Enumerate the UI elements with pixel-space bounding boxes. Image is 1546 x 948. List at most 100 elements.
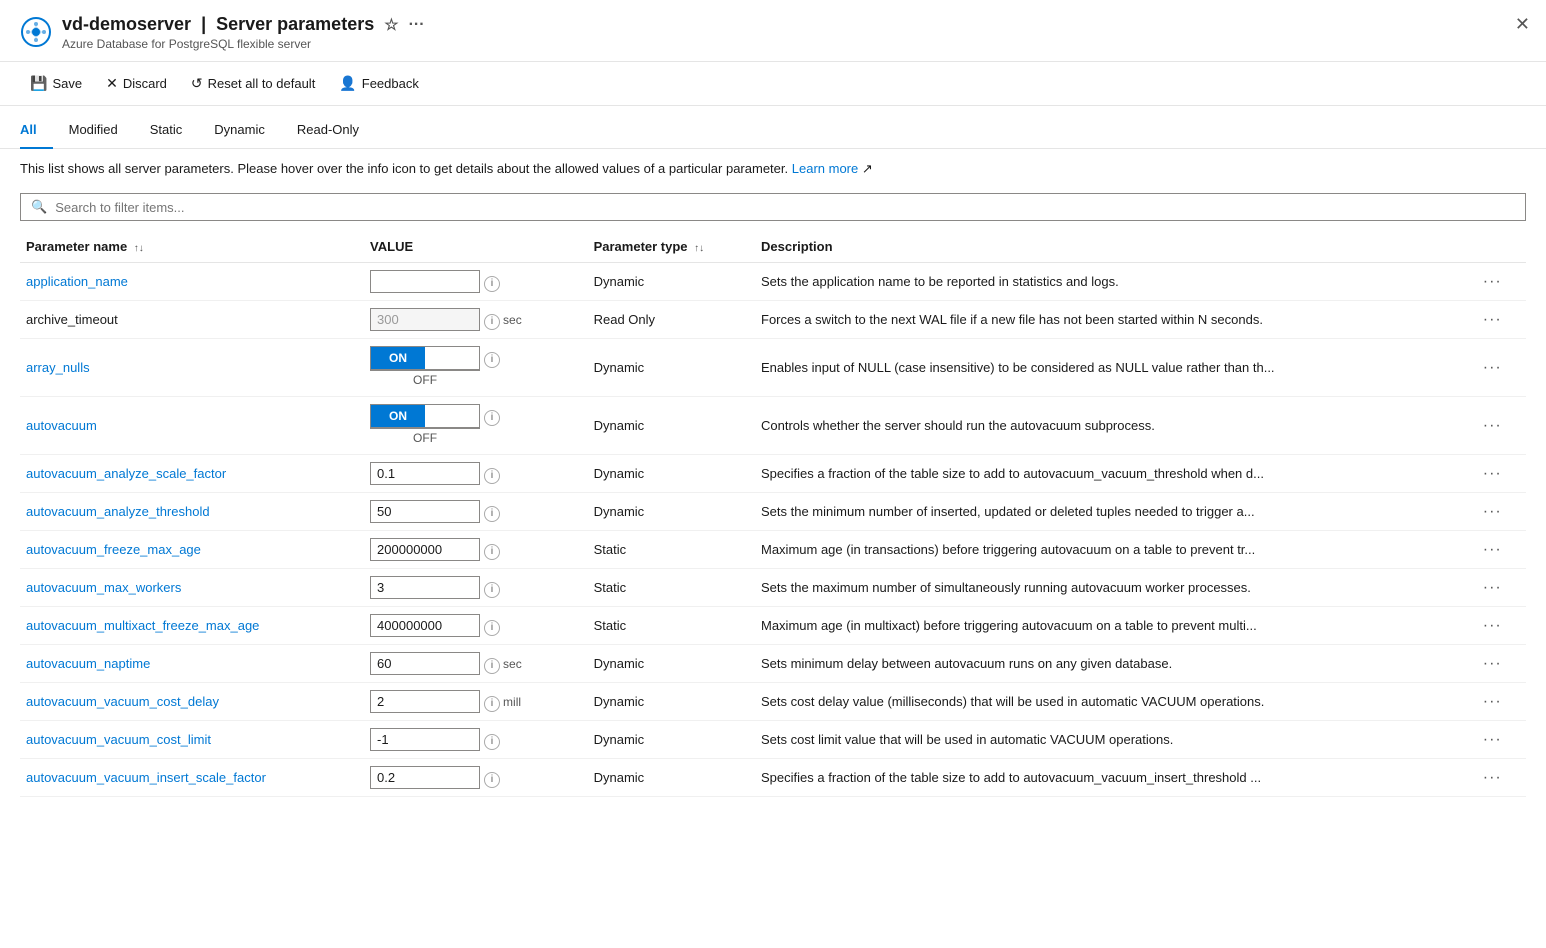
toggle-wrap[interactable]: ONOFF bbox=[370, 404, 480, 447]
more-button[interactable]: ··· bbox=[1479, 617, 1506, 635]
info-icon[interactable]: i bbox=[484, 276, 500, 292]
search-input-wrap[interactable]: 🔍 bbox=[20, 193, 1526, 221]
tab-modified[interactable]: Modified bbox=[53, 114, 134, 149]
value-input[interactable] bbox=[370, 652, 480, 675]
value-input[interactable] bbox=[370, 270, 480, 293]
info-icon[interactable]: i bbox=[484, 468, 500, 484]
tab-static[interactable]: Static bbox=[134, 114, 199, 149]
param-name-link[interactable]: autovacuum_naptime bbox=[26, 656, 150, 671]
param-name-cell: autovacuum_naptime bbox=[20, 645, 364, 683]
param-type-cell: Dynamic bbox=[588, 339, 755, 397]
tab-all[interactable]: All bbox=[20, 114, 53, 149]
more-actions-cell: ··· bbox=[1473, 645, 1526, 683]
info-icon[interactable]: i bbox=[484, 544, 500, 560]
description-cell: Sets the maximum number of simultaneousl… bbox=[755, 569, 1473, 607]
learn-more-link[interactable]: Learn more bbox=[792, 161, 858, 176]
value-input[interactable] bbox=[370, 728, 480, 751]
title-separator: | bbox=[201, 14, 206, 35]
tab-readonly[interactable]: Read-Only bbox=[281, 114, 375, 149]
discard-button[interactable]: ✕ Discard bbox=[96, 70, 177, 97]
param-name-link[interactable]: autovacuum_analyze_threshold bbox=[26, 504, 210, 519]
search-input[interactable] bbox=[55, 200, 1515, 215]
info-icon[interactable]: i bbox=[484, 696, 500, 712]
more-button[interactable]: ··· bbox=[1479, 311, 1506, 329]
param-name-link[interactable]: autovacuum_max_workers bbox=[26, 580, 181, 595]
more-button[interactable]: ··· bbox=[1479, 541, 1506, 559]
value-cell: i bbox=[364, 607, 588, 645]
toggle-button[interactable]: ON bbox=[370, 346, 480, 370]
info-icon[interactable]: i bbox=[484, 620, 500, 636]
col-param-name: Parameter name ↑↓ bbox=[20, 231, 364, 263]
param-name-link[interactable]: autovacuum_multixact_freeze_max_age bbox=[26, 618, 259, 633]
reset-button[interactable]: ↺ Reset all to default bbox=[181, 70, 325, 97]
more-button[interactable]: ··· bbox=[1479, 465, 1506, 483]
col-actions bbox=[1473, 231, 1526, 263]
param-type-cell: Dynamic bbox=[588, 397, 755, 455]
value-input[interactable] bbox=[370, 500, 480, 523]
param-name-link[interactable]: autovacuum_vacuum_insert_scale_factor bbox=[26, 770, 266, 785]
value-input[interactable] bbox=[370, 462, 480, 485]
more-button[interactable]: ··· bbox=[1479, 273, 1506, 291]
more-button[interactable]: ··· bbox=[1479, 359, 1506, 377]
info-icon[interactable]: i bbox=[484, 410, 500, 426]
more-actions-cell: ··· bbox=[1473, 301, 1526, 339]
param-name-link[interactable]: autovacuum_vacuum_cost_limit bbox=[26, 732, 211, 747]
value-input[interactable] bbox=[370, 614, 480, 637]
info-icon[interactable]: i bbox=[484, 658, 500, 674]
description-cell: Sets the application name to be reported… bbox=[755, 263, 1473, 301]
value-input[interactable] bbox=[370, 690, 480, 713]
param-name-link[interactable]: autovacuum_analyze_scale_factor bbox=[26, 466, 226, 481]
table-row: archive_timeoutisecRead OnlyForces a swi… bbox=[20, 301, 1526, 339]
toggle-off-active: OFF bbox=[370, 428, 480, 447]
info-icon[interactable]: i bbox=[484, 772, 500, 788]
toggle-wrap[interactable]: ONOFF bbox=[370, 346, 480, 389]
description-cell: Sets the minimum number of inserted, upd… bbox=[755, 493, 1473, 531]
sort-icon-name[interactable]: ↑↓ bbox=[134, 243, 144, 254]
tab-dynamic[interactable]: Dynamic bbox=[198, 114, 281, 149]
table-row: autovacuum_vacuum_insert_scale_factoriDy… bbox=[20, 759, 1526, 797]
param-name-link[interactable]: autovacuum_freeze_max_age bbox=[26, 542, 201, 557]
search-bar: 🔍 bbox=[0, 185, 1546, 221]
param-name-link[interactable]: autovacuum bbox=[26, 418, 97, 433]
param-name-cell: archive_timeout bbox=[20, 301, 364, 339]
unit-label: mill bbox=[503, 695, 521, 709]
value-cell: isec bbox=[364, 301, 588, 339]
more-actions-cell: ··· bbox=[1473, 455, 1526, 493]
value-cell: i bbox=[364, 455, 588, 493]
unit-label: sec bbox=[503, 657, 522, 671]
more-button[interactable]: ··· bbox=[1479, 693, 1506, 711]
info-icon[interactable]: i bbox=[484, 582, 500, 598]
more-button[interactable]: ··· bbox=[1479, 655, 1506, 673]
value-input[interactable] bbox=[370, 576, 480, 599]
sort-icon-type[interactable]: ↑↓ bbox=[694, 243, 704, 254]
save-button[interactable]: 💾 Save bbox=[20, 70, 92, 97]
star-icon[interactable]: ☆ bbox=[384, 15, 398, 35]
more-button[interactable]: ··· bbox=[1479, 731, 1506, 749]
toggle-button[interactable]: ON bbox=[370, 404, 480, 428]
close-button[interactable]: ✕ bbox=[1515, 14, 1530, 35]
info-icon[interactable]: i bbox=[484, 734, 500, 750]
table-body: application_nameiDynamicSets the applica… bbox=[20, 263, 1526, 797]
param-name-link[interactable]: application_name bbox=[26, 274, 128, 289]
param-name-link[interactable]: array_nulls bbox=[26, 360, 90, 375]
info-icon[interactable]: i bbox=[484, 506, 500, 522]
more-button[interactable]: ··· bbox=[1479, 769, 1506, 787]
unit-label: sec bbox=[503, 313, 522, 327]
more-button[interactable]: ··· bbox=[1479, 417, 1506, 435]
more-actions-cell: ··· bbox=[1473, 721, 1526, 759]
col-value: VALUE bbox=[364, 231, 588, 263]
ellipsis-icon[interactable]: ··· bbox=[409, 16, 425, 34]
table-row: autovacuum_naptimeisecDynamicSets minimu… bbox=[20, 645, 1526, 683]
more-button[interactable]: ··· bbox=[1479, 503, 1506, 521]
param-name-cell: application_name bbox=[20, 263, 364, 301]
param-name-link[interactable]: autovacuum_vacuum_cost_delay bbox=[26, 694, 219, 709]
page-title-text: Server parameters bbox=[216, 14, 374, 35]
more-button[interactable]: ··· bbox=[1479, 579, 1506, 597]
value-input[interactable] bbox=[370, 538, 480, 561]
value-cell: i bbox=[364, 721, 588, 759]
value-input[interactable] bbox=[370, 766, 480, 789]
info-icon[interactable]: i bbox=[484, 352, 500, 368]
info-icon[interactable]: i bbox=[484, 314, 500, 330]
feedback-button[interactable]: 👤 Feedback bbox=[329, 70, 429, 97]
description-cell: Enables input of NULL (case insensitive)… bbox=[755, 339, 1473, 397]
